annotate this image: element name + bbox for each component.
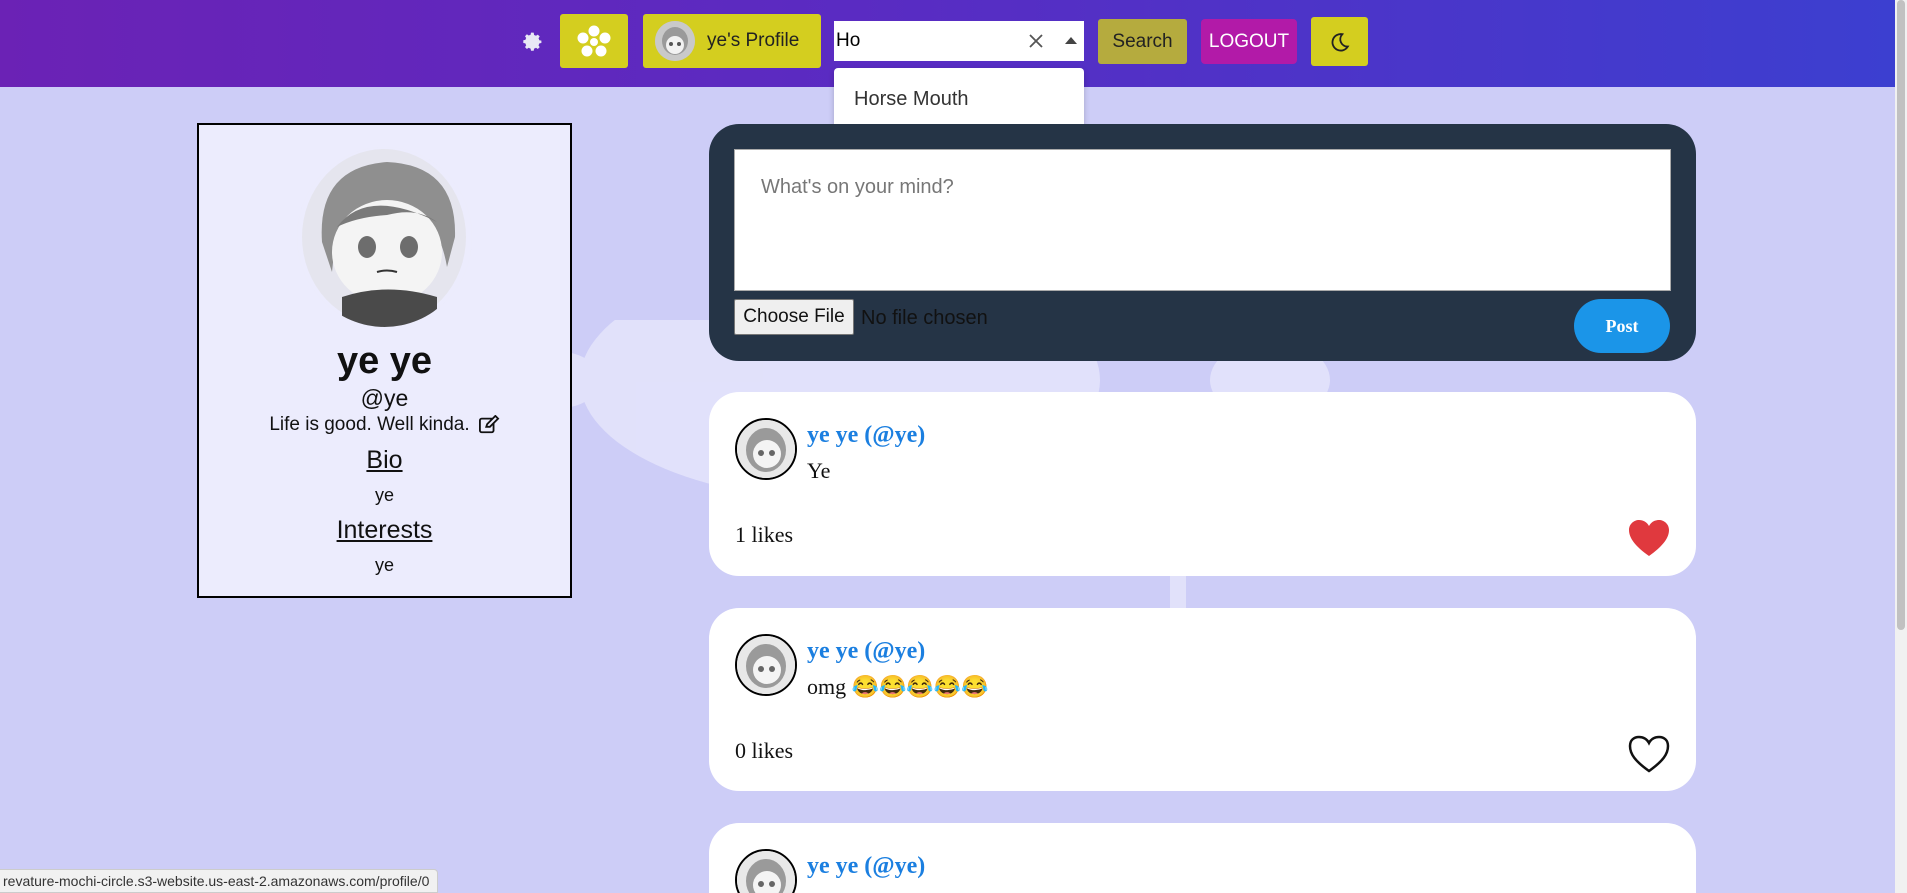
- profile-card: ye ye @ye Life is good. Well kinda. Bio …: [197, 123, 572, 598]
- profile-button[interactable]: ye's Profile: [643, 14, 821, 68]
- post-card: ye ye (@ye): [709, 823, 1696, 893]
- file-status: No file chosen: [861, 307, 988, 329]
- post-avatar[interactable]: [735, 418, 797, 480]
- post-card: ye ye (@ye) Ye 1 likes: [709, 392, 1696, 576]
- heart-outline-icon[interactable]: [1627, 734, 1671, 774]
- post-author[interactable]: ye ye (@ye): [807, 422, 925, 449]
- search-suggestion-item[interactable]: Horse Mouth: [854, 88, 1084, 111]
- profile-status-row: Life is good. Well kinda.: [199, 414, 570, 436]
- bio-heading: Bio: [366, 446, 403, 474]
- heart-filled-icon[interactable]: [1627, 518, 1671, 558]
- interests-value: ye: [374, 555, 394, 575]
- post-composer: Choose File No file chosen Post: [709, 124, 1696, 361]
- settings-gear-icon[interactable]: [520, 30, 544, 54]
- post-card: ye ye (@ye) omg 😂😂😂😂😂 0 likes: [709, 608, 1696, 791]
- home-logo-button[interactable]: [560, 14, 628, 68]
- post-avatar[interactable]: [735, 849, 797, 893]
- page-scrollbar[interactable]: [1895, 0, 1907, 893]
- post-avatar[interactable]: [735, 634, 797, 696]
- post-likes: 0 likes: [735, 738, 794, 763]
- edit-icon[interactable]: [478, 415, 500, 435]
- browser-status-url: revature-mochi-circle.s3-website.us-east…: [0, 869, 439, 893]
- post-textarea[interactable]: [734, 149, 1671, 291]
- bio-value: ye: [374, 485, 394, 505]
- search-suggestion-list: Horse Mouth: [834, 68, 1084, 131]
- clear-icon[interactable]: [1026, 31, 1046, 51]
- profile-name: ye ye: [336, 340, 433, 382]
- dark-mode-toggle[interactable]: [1311, 17, 1368, 66]
- avatar: [655, 21, 695, 61]
- profile-status: Life is good. Well kinda.: [269, 414, 470, 435]
- profile-avatar: [297, 147, 472, 327]
- scrollbar-thumb[interactable]: [1897, 0, 1905, 630]
- logout-button[interactable]: LOGOUT: [1201, 19, 1297, 64]
- profile-handle: @ye: [360, 385, 409, 411]
- post-likes: 1 likes: [735, 522, 794, 547]
- flower-logo-icon: [577, 25, 611, 57]
- user-search-combobox[interactable]: [834, 21, 1084, 61]
- choose-file-button[interactable]: Choose File: [734, 299, 854, 335]
- post-body: Ye: [807, 458, 831, 483]
- interests-heading: Interests: [336, 516, 433, 544]
- moon-icon: [1331, 32, 1349, 51]
- post-button[interactable]: Post: [1574, 299, 1670, 353]
- search-button[interactable]: Search: [1098, 19, 1187, 64]
- post-author[interactable]: ye ye (@ye): [807, 853, 925, 880]
- search-input[interactable]: [834, 22, 1014, 60]
- post-author[interactable]: ye ye (@ye): [807, 638, 925, 665]
- profile-button-label: ye's Profile: [707, 30, 800, 51]
- post-body: omg 😂😂😂😂😂: [807, 674, 989, 699]
- caret-up-icon[interactable]: [1064, 35, 1078, 45]
